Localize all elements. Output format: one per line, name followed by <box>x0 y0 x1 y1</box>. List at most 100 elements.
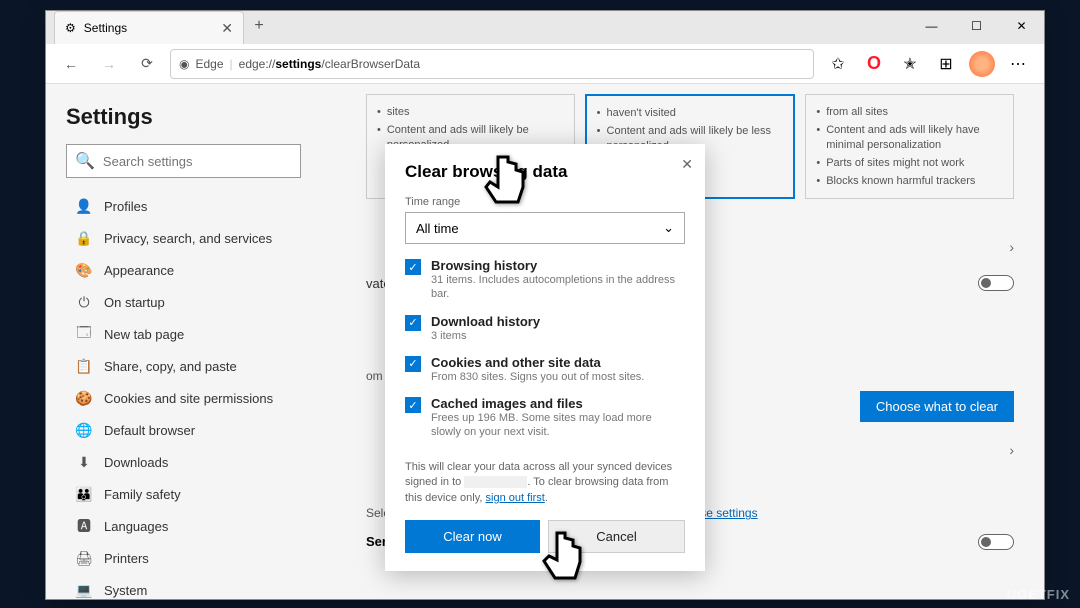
sidebar-item-appearance[interactable]: 🎨 Appearance <box>66 254 336 286</box>
nav-icon: 👪 <box>76 486 92 502</box>
opera-icon[interactable]: O <box>858 49 890 79</box>
nav-label: System <box>104 583 147 598</box>
search-icon: 🔍 <box>75 151 95 171</box>
more-icon[interactable]: ⋯ <box>1002 49 1034 79</box>
clear-data-dialog: ✕ Clear browsing data Time range All tim… <box>385 144 705 571</box>
nav-icon: 💻 <box>76 582 92 598</box>
tracking-card[interactable]: from all sitesContent and ads will likel… <box>805 94 1014 199</box>
nav-icon: 🗔 <box>76 326 92 342</box>
favorites-icon[interactable]: ✭ <box>894 49 926 79</box>
clear-data-option[interactable]: ✓ Cached images and files Frees up 196 M… <box>405 396 679 440</box>
chevron-right-icon: › <box>1009 442 1014 458</box>
sidebar-item-share-copy-and-paste[interactable]: 📋 Share, copy, and paste <box>66 350 336 382</box>
address-bar[interactable]: ◉ Edge | edge://settings/clearBrowserDat… <box>170 49 814 79</box>
nav-label: Cookies and site permissions <box>104 391 273 406</box>
sidebar-item-profiles[interactable]: 👤 Profiles <box>66 190 336 222</box>
tab-title: Settings <box>84 21 127 35</box>
sidebar-item-on-startup[interactable]: ⏻ On startup <box>66 286 336 318</box>
cancel-button[interactable]: Cancel <box>548 520 685 553</box>
sidebar-item-cookies-and-site-permissions[interactable]: 🍪 Cookies and site permissions <box>66 382 336 414</box>
profile-avatar[interactable] <box>966 49 998 79</box>
new-tab-button[interactable]: + <box>244 11 274 41</box>
sign-out-link[interactable]: sign out first <box>486 492 545 504</box>
nav-icon: ⏻ <box>76 294 92 310</box>
toolbar: ← → ⟳ ◉ Edge | edge://settings/clearBrow… <box>46 44 1044 84</box>
nav-icon: 🌐 <box>76 422 92 438</box>
sidebar-item-printers[interactable]: 🖨 Printers <box>66 542 336 574</box>
sidebar-item-privacy-search-and-services[interactable]: 🔒 Privacy, search, and services <box>66 222 336 254</box>
checkbox-icon[interactable]: ✓ <box>405 356 421 372</box>
search-box[interactable]: 🔍 <box>66 144 301 178</box>
chevron-right-icon: › <box>1009 239 1014 255</box>
sidebar-item-downloads[interactable]: ⬇ Downloads <box>66 446 336 478</box>
option-title: Cookies and other site data <box>431 355 679 370</box>
option-title: Browsing history <box>431 258 679 273</box>
close-window-button[interactable]: ✕ <box>999 11 1044 41</box>
browser-window: ⚙ Settings ✕ + — ☐ ✕ ← → ⟳ ◉ Edge | edge… <box>45 10 1045 600</box>
option-desc: 31 items. Includes autocompletions in th… <box>431 273 679 302</box>
sidebar: Settings 🔍 👤 Profiles 🔒 Privacy, search, an… <box>46 84 336 599</box>
nav-label: Default browser <box>104 423 195 438</box>
nav-label: New tab page <box>104 327 184 342</box>
chevron-down-icon: ⌄ <box>663 220 674 236</box>
nav-icon: 🔒 <box>76 230 92 246</box>
nav-icon: 🖨 <box>76 550 92 566</box>
option-title: Cached images and files <box>431 396 679 411</box>
nav-label: Family safety <box>104 487 181 502</box>
minimize-button[interactable]: — <box>909 11 954 41</box>
nav-label: Share, copy, and paste <box>104 359 237 374</box>
time-range-label: Time range <box>405 196 685 208</box>
watermark: UGETFIX <box>1007 587 1070 602</box>
sidebar-item-new-tab-page[interactable]: 🗔 New tab page <box>66 318 336 350</box>
option-desc: 3 items <box>431 329 679 343</box>
titlebar: ⚙ Settings ✕ + — ☐ ✕ <box>46 11 1044 44</box>
clear-data-option[interactable]: ✓ Download history 3 items <box>405 314 679 343</box>
nav-label: On startup <box>104 295 165 310</box>
checkbox-icon[interactable]: ✓ <box>405 315 421 331</box>
clear-data-option[interactable]: ✓ Cookies and other site data From 830 s… <box>405 355 679 384</box>
maximize-button[interactable]: ☐ <box>954 11 999 41</box>
dnt-toggle[interactable] <box>978 534 1014 550</box>
nav-icon: 📋 <box>76 358 92 374</box>
time-range-select[interactable]: All time ⌄ <box>405 212 685 244</box>
nav-label: Languages <box>104 519 168 534</box>
close-dialog-icon[interactable]: ✕ <box>681 156 693 173</box>
collections-icon[interactable]: ⊞ <box>930 49 962 79</box>
nav-label: Profiles <box>104 199 147 214</box>
nav-icon: ⬇ <box>76 454 92 470</box>
sidebar-item-family-safety[interactable]: 👪 Family safety <box>66 478 336 510</box>
read-aloud-icon[interactable]: ✩ <box>822 49 854 79</box>
option-desc: Frees up 196 MB. Some sites may load mor… <box>431 411 679 440</box>
clear-data-option[interactable]: ✓ Browsing history 31 items. Includes au… <box>405 258 679 302</box>
clear-now-button[interactable]: Clear now <box>405 520 540 553</box>
choose-clear-button[interactable]: Choose what to clear <box>860 391 1014 422</box>
address-text: edge://settings/clearBrowserData <box>239 57 420 71</box>
forward-button[interactable]: → <box>94 49 124 79</box>
sidebar-item-system[interactable]: 💻 System <box>66 574 336 599</box>
search-input[interactable] <box>103 154 292 169</box>
nav-icon: 🍪 <box>76 390 92 406</box>
checkbox-icon[interactable]: ✓ <box>405 259 421 275</box>
browser-tab[interactable]: ⚙ Settings ✕ <box>54 11 244 44</box>
nav-icon: 👤 <box>76 198 92 214</box>
nav-icon: 🎨 <box>76 262 92 278</box>
page-title: Settings <box>66 104 336 130</box>
nav-label: Printers <box>104 551 149 566</box>
dialog-title: Clear browsing data <box>405 162 685 182</box>
address-prefix: Edge <box>195 57 223 71</box>
sidebar-item-languages[interactable]: 🅰 Languages <box>66 510 336 542</box>
toggle[interactable] <box>978 275 1014 291</box>
checkbox-icon[interactable]: ✓ <box>405 397 421 413</box>
refresh-button[interactable]: ⟳ <box>132 49 162 79</box>
sync-note: This will clear your data across all you… <box>405 460 685 506</box>
nav-label: Appearance <box>104 263 174 278</box>
nav-icon: 🅰 <box>76 518 92 534</box>
edge-icon: ◉ <box>179 57 189 71</box>
option-desc: From 830 sites. Signs you out of most si… <box>431 370 679 384</box>
time-range-value: All time <box>416 221 459 236</box>
nav-label: Privacy, search, and services <box>104 231 272 246</box>
nav-label: Downloads <box>104 455 168 470</box>
back-button[interactable]: ← <box>56 49 86 79</box>
sidebar-item-default-browser[interactable]: 🌐 Default browser <box>66 414 336 446</box>
close-tab-icon[interactable]: ✕ <box>221 20 233 37</box>
